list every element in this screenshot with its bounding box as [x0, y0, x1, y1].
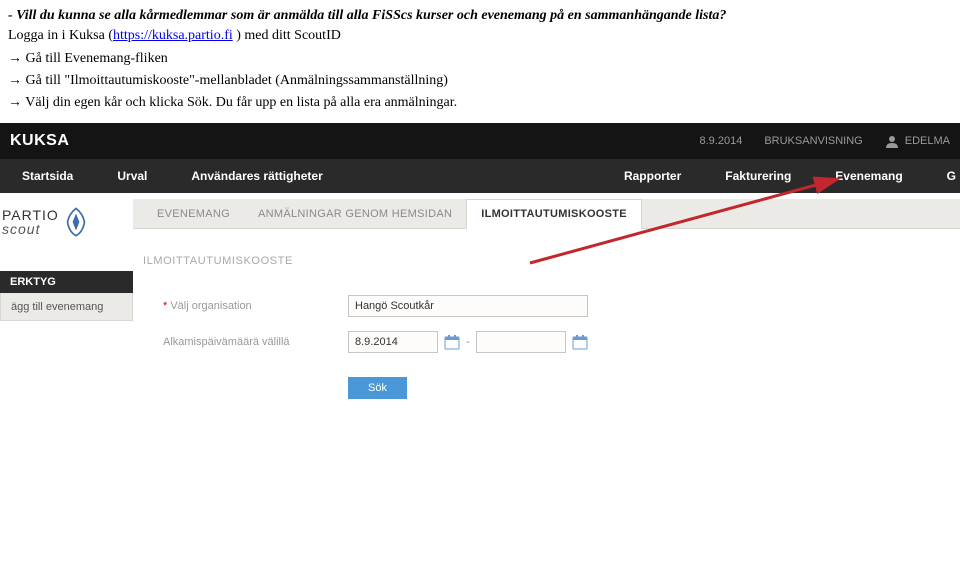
instruction-step3: Välj din egen kår och klicka Sök. Du får…: [25, 95, 457, 110]
brand-logo: PARTIO scout: [0, 193, 133, 251]
app-logo: KUKSA: [10, 132, 69, 150]
org-label: * Välj organisation: [163, 300, 348, 312]
nav-evenemang[interactable]: Evenemang: [813, 159, 924, 193]
instruction-question: - Vill du kunna se alla kårmedlemmar som…: [8, 8, 726, 23]
nav-rapporter[interactable]: Rapporter: [602, 159, 703, 193]
topbar: KUKSA 8.9.2014 BRUKSANVISNING EDELMA: [0, 123, 960, 159]
subnav-anmalningar[interactable]: ANMÄLNINGAR GENOM HEMSIDAN: [244, 199, 466, 229]
topbar-username: EDELMA: [905, 135, 950, 147]
login-text-suffix: ) med ditt ScoutID: [233, 28, 341, 43]
arrow-icon: →: [8, 71, 22, 87]
topbar-user[interactable]: EDELMA: [885, 134, 950, 148]
breadcrumb: ILMOITTAUTUMISKOOSTE: [0, 251, 960, 271]
main-nav: Startsida Urval Användares rättigheter R…: [0, 159, 960, 193]
nav-overflow[interactable]: G: [925, 159, 960, 193]
topbar-date: 8.9.2014: [700, 135, 743, 147]
brand-line1: PARTIO: [2, 208, 59, 222]
date-from-input[interactable]: [348, 331, 438, 353]
user-icon: [885, 134, 899, 148]
nav-urval[interactable]: Urval: [95, 159, 169, 193]
calendar-icon[interactable]: [572, 334, 588, 350]
login-text-prefix: Logga in i Kuksa (: [8, 28, 113, 43]
nav-fakturering[interactable]: Fakturering: [703, 159, 813, 193]
date-label: Alkamispäivämäärä välillä: [163, 336, 348, 348]
login-link[interactable]: https://kuksa.partio.fi: [113, 28, 233, 43]
arrow-icon: →: [8, 93, 22, 109]
subnav-evenemang[interactable]: EVENEMANG: [143, 199, 244, 229]
org-input[interactable]: [348, 295, 588, 317]
date-to-input[interactable]: [476, 331, 566, 353]
instruction-step2: Gå till "Ilmoittautumiskooste"-mellanbla…: [26, 73, 448, 88]
arrow-icon: →: [8, 49, 22, 65]
nav-rights[interactable]: Användares rättigheter: [169, 159, 344, 193]
calendar-icon[interactable]: [444, 334, 460, 350]
nav-startsida[interactable]: Startsida: [0, 159, 95, 193]
sidebar-heading: ERKTYG: [0, 271, 133, 293]
brand-line2: scout: [2, 222, 59, 236]
date-range-dash: -: [466, 336, 470, 348]
scout-logo-icon: [59, 205, 93, 239]
subnav-ilmoittautumiskooste[interactable]: ILMOITTAUTUMISKOOSTE: [466, 199, 642, 229]
search-button[interactable]: Sök: [348, 377, 407, 399]
sidebar-add-event[interactable]: ägg till evenemang: [0, 293, 133, 321]
sub-nav: EVENEMANG ANMÄLNINGAR GENOM HEMSIDAN ILM…: [133, 199, 960, 229]
topbar-manual-link[interactable]: BRUKSANVISNING: [764, 135, 862, 147]
instruction-step1: Gå till Evenemang-fliken: [26, 51, 168, 66]
